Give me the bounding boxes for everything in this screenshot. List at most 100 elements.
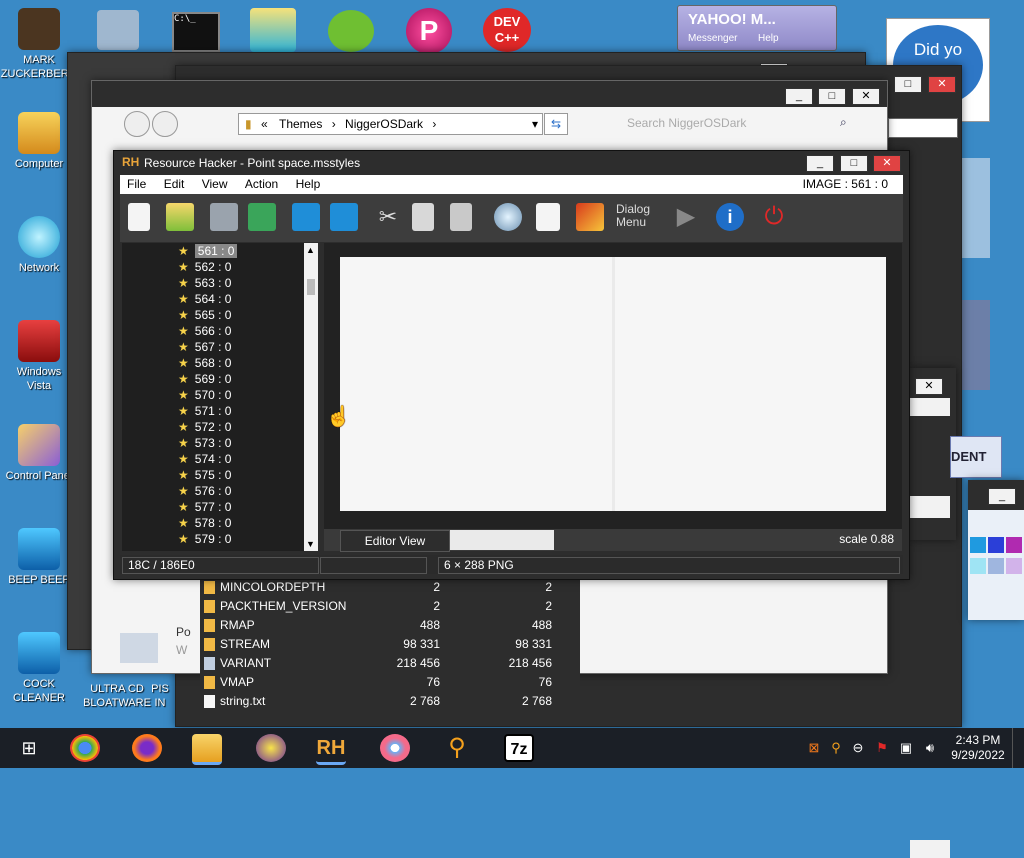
search-icon[interactable] <box>494 203 522 231</box>
file-list[interactable]: MINCOLORDEPTH 2 2 PACKTHEM_VERSION 2 2 RMAP 4… <box>200 578 580 708</box>
tree-item[interactable]: ★ 562 : 0 <box>122 259 312 275</box>
search-input[interactable]: Search NiggerOSDark <box>617 113 863 133</box>
tab-editor-view[interactable]: Editor View <box>340 530 450 552</box>
color-swatch[interactable] <box>988 537 1004 553</box>
tray-volume-icon[interactable]: 🔊︎ <box>922 740 938 756</box>
tree-item[interactable]: ★ 563 : 0 <box>122 275 312 291</box>
yahoo-messenger-icon[interactable] <box>256 734 286 762</box>
input-field[interactable] <box>910 398 950 416</box>
color-swatch[interactable] <box>970 537 986 553</box>
add-resource-icon[interactable] <box>536 203 560 231</box>
tray-network-icon[interactable]: ▣ <box>898 740 914 756</box>
address-bar[interactable]: ▮ « Themes › NiggerOSDark › ▾ <box>238 113 543 135</box>
desktop-icon-pis[interactable]: PIS IN <box>140 682 180 710</box>
power-icon[interactable]: ⏻ <box>760 203 788 231</box>
breadcrumb-item-current[interactable]: NiggerOSDark <box>345 117 423 131</box>
tree-item[interactable]: ★ 572 : 0 <box>122 419 312 435</box>
scroll-thumb[interactable] <box>307 279 315 295</box>
dev-cpp-icon[interactable]: DEV C++ <box>483 8 531 52</box>
open-folder-icon[interactable] <box>166 203 194 231</box>
add-image-icon[interactable] <box>576 203 604 231</box>
resource-tree[interactable]: ★ 561 : 0 ★ 562 : 0 ★ 563 : 0 ★ 564 : 0 ★ 565 : 0… <box>122 243 312 551</box>
chevron-down-icon[interactable]: ▾ <box>532 114 538 134</box>
refresh-icon[interactable]: ⇆ <box>544 113 568 135</box>
minimize-button[interactable]: _ <box>988 488 1016 505</box>
tree-scrollbar[interactable]: ▲ ▼ <box>304 243 318 551</box>
dropdown[interactable] <box>910 840 950 858</box>
tree-item[interactable]: ★ 577 : 0 <box>122 499 312 515</box>
color-swatch[interactable] <box>1006 537 1022 553</box>
start-windows-icon[interactable]: ⊞ <box>14 734 44 762</box>
list-item[interactable]: STREAM 98 331 98 331 <box>200 635 570 654</box>
clock[interactable]: 2:43 PM 9/29/2022 <box>948 733 1008 763</box>
resource-hacker-window[interactable]: RH Resource Hacker - Point space.msstyle… <box>113 150 910 580</box>
color-palette[interactable] <box>968 510 1024 620</box>
yahoo-messenger-widget[interactable]: YAHOO! M... Messenger Help <box>677 5 837 51</box>
tree-item[interactable]: ★ 570 : 0 <box>122 387 312 403</box>
breadcrumb-overflow[interactable]: « <box>261 117 268 131</box>
tray-app-icon[interactable]: ⊠ <box>806 740 822 756</box>
tree-item[interactable]: ★ 566 : 0 <box>122 323 312 339</box>
color-picker-window[interactable]: _ <box>968 480 1024 620</box>
cut-scissors-icon[interactable]: ✂ <box>374 203 402 231</box>
list-item[interactable]: string.txt 2 768 2 768 <box>200 692 570 711</box>
save-icon[interactable] <box>210 203 238 231</box>
rh-titlebar[interactable]: RH Resource Hacker - Point space.msstyle… <box>114 151 909 175</box>
back-button[interactable] <box>124 111 150 137</box>
tab-hex-view[interactable]: Hex Editor <box>450 530 554 550</box>
scroll-up-icon[interactable]: ▲ <box>306 245 315 255</box>
p-app-icon[interactable]: P <box>406 8 452 54</box>
tree-item[interactable]: ★ 573 : 0 <box>122 435 312 451</box>
compile-arrow-icon[interactable] <box>292 203 320 231</box>
copy-icon[interactable] <box>412 203 434 231</box>
info-icon[interactable]: i <box>716 203 744 231</box>
new-file-icon[interactable] <box>128 203 150 231</box>
tree-item[interactable]: ★ 561 : 0 <box>122 243 312 259</box>
dialog-menu-button[interactable]: Dialog Menu <box>616 203 654 231</box>
maximize-button[interactable]: □ <box>818 88 846 105</box>
save-as-icon[interactable] <box>248 203 276 231</box>
color-swatch[interactable] <box>970 558 986 574</box>
list-item[interactable]: VMAP 76 76 <box>200 673 570 692</box>
angry-birds-icon[interactable] <box>328 10 374 52</box>
menu-action[interactable]: Action <box>238 175 285 193</box>
search-magnifier-icon[interactable]: ⚲ <box>442 734 472 762</box>
list-item[interactable]: MINCOLORDEPTH 2 2 <box>200 578 570 597</box>
maximize-button[interactable]: □ <box>840 155 868 172</box>
tree-item[interactable]: ★ 567 : 0 <box>122 339 312 355</box>
show-desktop-button[interactable] <box>1012 728 1021 768</box>
color-swatch[interactable] <box>1006 558 1022 574</box>
menu-file[interactable]: File <box>120 175 153 193</box>
close-button[interactable]: ✕ <box>928 76 956 93</box>
tray-minus-icon[interactable]: ⊖ <box>850 740 866 756</box>
close-button[interactable]: ✕ <box>852 88 880 105</box>
7zip-icon[interactable]: 7z <box>504 734 534 762</box>
tree-item[interactable]: ★ 576 : 0 <box>122 483 312 499</box>
forward-button[interactable] <box>152 111 178 137</box>
paste-icon[interactable] <box>450 203 472 231</box>
input-field[interactable] <box>910 496 950 518</box>
file-explorer-icon[interactable] <box>192 734 222 765</box>
run-arrow-icon[interactable] <box>330 203 358 231</box>
tree-item[interactable]: ★ 579 : 0 <box>122 531 312 547</box>
minimize-button[interactable]: _ <box>806 155 834 172</box>
chrome-icon[interactable] <box>70 734 100 762</box>
firefox-icon[interactable] <box>132 734 162 762</box>
document-icon[interactable] <box>97 10 139 50</box>
tree-item[interactable]: ★ 574 : 0 <box>122 451 312 467</box>
tree-item[interactable]: ★ 564 : 0 <box>122 291 312 307</box>
close-button[interactable]: ✕ <box>873 155 901 172</box>
close-button[interactable]: ✕ <box>915 378 943 395</box>
address-field[interactable] <box>888 118 958 138</box>
tray-search-icon[interactable]: ⚲ <box>828 740 844 756</box>
menu-help[interactable]: Help <box>289 175 328 193</box>
menu-edit[interactable]: Edit <box>157 175 192 193</box>
list-item[interactable]: PACKTHEM_VERSION 2 2 <box>200 597 570 616</box>
tree-item[interactable]: ★ 569 : 0 <box>122 371 312 387</box>
maximize-button[interactable]: □ <box>894 76 922 93</box>
tree-item[interactable]: ★ 578 : 0 <box>122 515 312 531</box>
list-item[interactable]: VARIANT 218 456 218 456 <box>200 654 570 673</box>
minimize-button[interactable]: _ <box>785 88 813 105</box>
list-item[interactable]: RMAP 488 488 <box>200 616 570 635</box>
tray-flag-icon[interactable]: ⚑ <box>874 740 890 756</box>
